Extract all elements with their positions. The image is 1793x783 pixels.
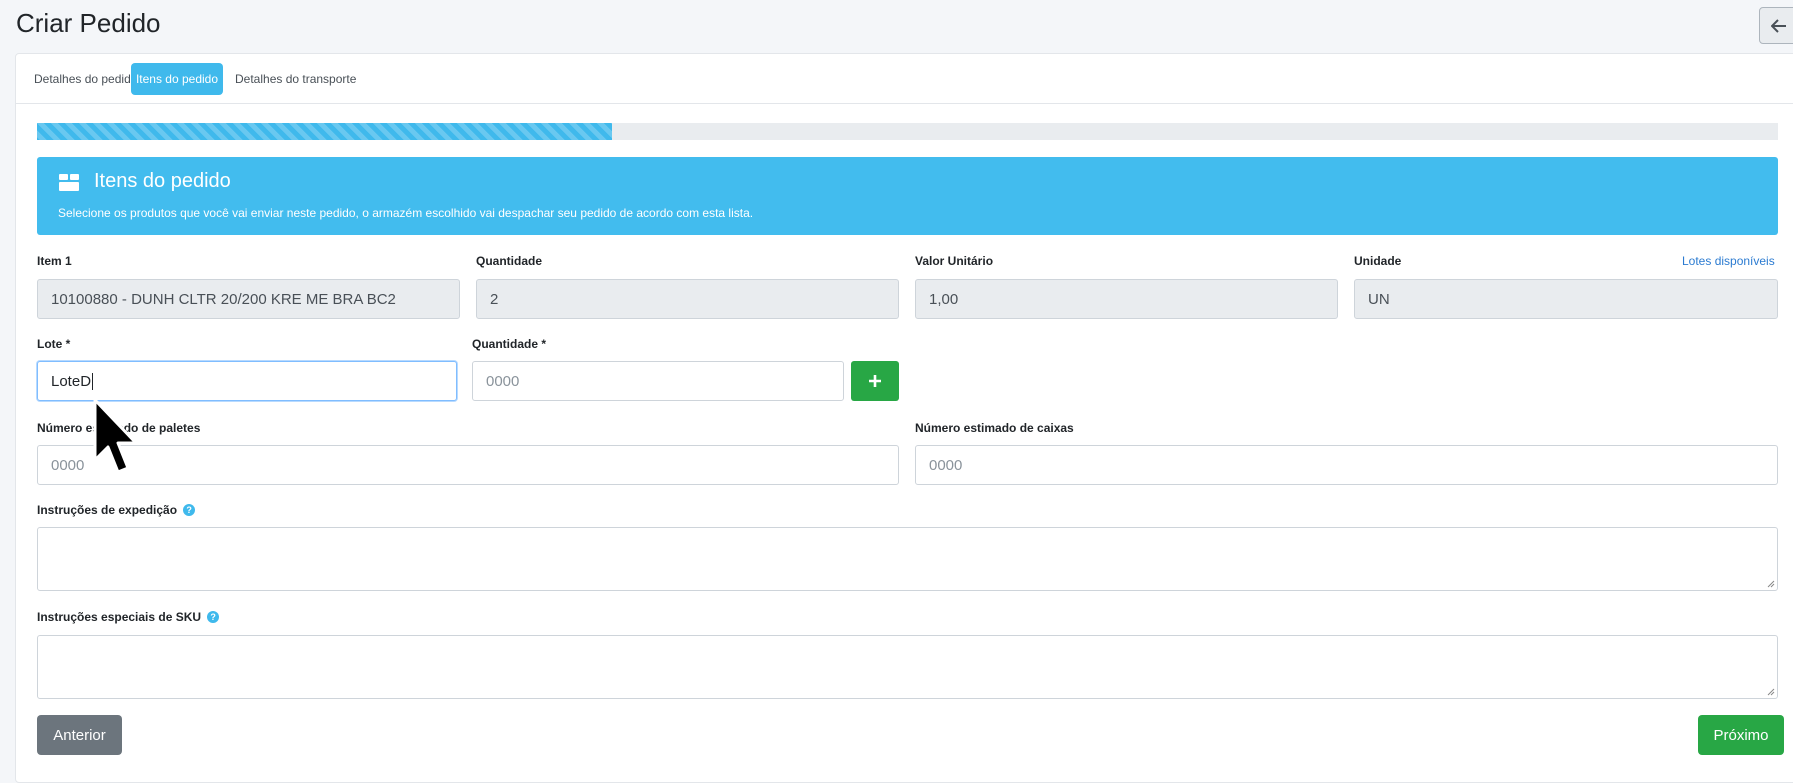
- text-caret: [92, 372, 94, 390]
- previous-button[interactable]: Anterior: [37, 715, 122, 755]
- tab-order-details[interactable]: Detalhes do pedido: [31, 63, 140, 95]
- lot-quantity-input[interactable]: 0000: [472, 361, 844, 401]
- shipping-instructions-textarea[interactable]: [37, 527, 1778, 591]
- resize-grip-icon[interactable]: [1767, 688, 1775, 696]
- plus-icon: [869, 375, 881, 387]
- box-icon: [59, 174, 79, 191]
- help-icon[interactable]: ?: [207, 611, 220, 623]
- boxes-label: Número estimado de caixas: [915, 421, 1074, 435]
- unit-label: Unidade: [1354, 254, 1402, 268]
- tab-transport-details[interactable]: Detalhes do transporte: [232, 63, 359, 95]
- progress-fill: [37, 123, 612, 140]
- sku-instructions-text: Instruções especiais de SKU: [37, 610, 202, 624]
- sku-instructions-textarea[interactable]: [37, 635, 1778, 699]
- shipping-instructions-text: Instruções de expedição: [37, 503, 178, 517]
- next-button[interactable]: Próximo: [1698, 715, 1784, 755]
- lot-input[interactable]: LoteD: [37, 361, 457, 401]
- resize-grip-icon[interactable]: [1767, 580, 1775, 588]
- arrow-left-icon: [1771, 18, 1786, 33]
- page-title: Criar Pedido: [16, 8, 161, 38]
- unit-value-field: 1,00: [915, 279, 1338, 319]
- unit-value: 1,00: [929, 290, 959, 308]
- add-lot-button[interactable]: [851, 361, 899, 401]
- unit-value-label: Valor Unitário: [915, 254, 994, 268]
- tab-order-items[interactable]: Itens do pedido: [131, 63, 223, 95]
- item-label: Item 1: [37, 254, 72, 268]
- boxes-placeholder: 0000: [929, 456, 963, 474]
- item-field: 10100880 - DUNH CLTR 20/200 KRE ME BRA B…: [37, 279, 460, 319]
- pallets-input[interactable]: 0000: [37, 445, 899, 485]
- lot-quantity-label: Quantidade *: [472, 337, 547, 351]
- banner-title: Itens do pedido: [94, 170, 231, 192]
- boxes-input[interactable]: 0000: [915, 445, 1778, 485]
- sku-instructions-label: Instruções especiais de SKU?: [37, 610, 220, 624]
- unit-value-text: UN: [1368, 290, 1390, 308]
- mouse-cursor-icon: [93, 398, 138, 474]
- unit-field: UN: [1354, 279, 1778, 319]
- quantity-field: 2: [476, 279, 899, 319]
- quantity-value: 2: [490, 290, 499, 308]
- progress-bar: [37, 123, 1778, 140]
- items-banner: Itens do pedido Selecione os produtos qu…: [37, 157, 1778, 235]
- lot-quantity-placeholder: 0000: [486, 372, 520, 390]
- lot-label: Lote *: [37, 337, 71, 351]
- back-button[interactable]: [1759, 7, 1793, 44]
- lot-input-value: LoteD: [51, 372, 92, 390]
- item-value: 10100880 - DUNH CLTR 20/200 KRE ME BRA B…: [51, 290, 396, 308]
- pallets-placeholder: 0000: [51, 456, 85, 474]
- tab-bar: Detalhes do pedido Itens do pedido Detal…: [16, 54, 1793, 104]
- shipping-instructions-label: Instruções de expedição?: [37, 503, 196, 517]
- quantity-label: Quantidade: [476, 254, 543, 268]
- help-icon[interactable]: ?: [183, 504, 196, 516]
- banner-text: Selecione os produtos que você vai envia…: [58, 206, 754, 220]
- available-lots-link[interactable]: Lotes disponíveis: [1682, 254, 1775, 268]
